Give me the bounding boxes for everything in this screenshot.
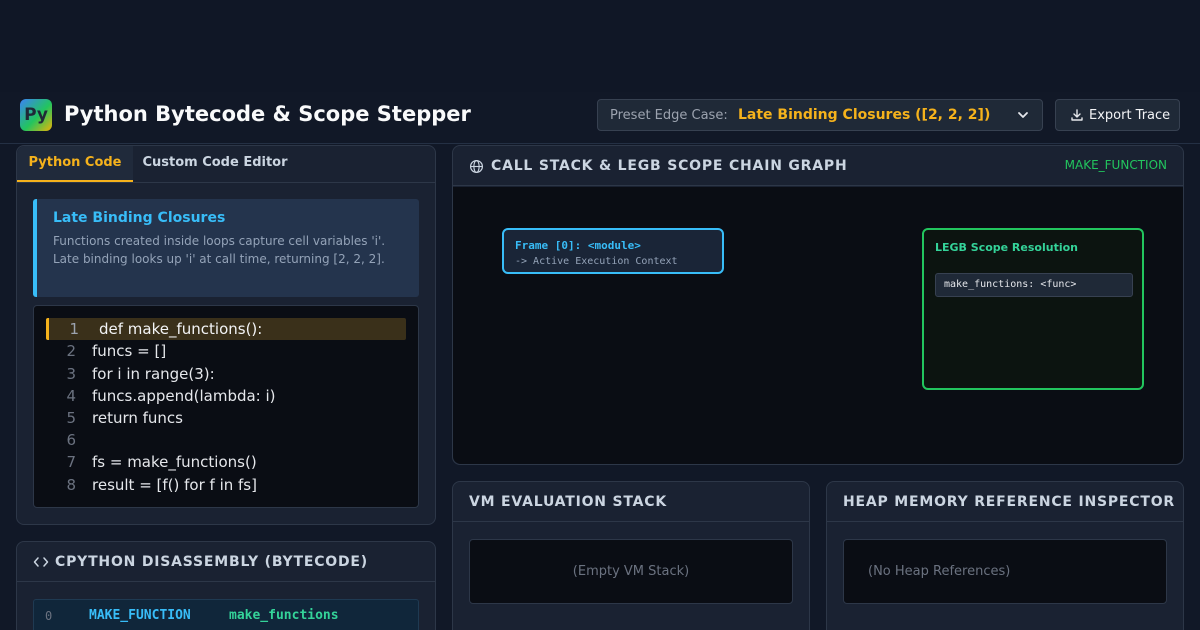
- line-code: for i in range(3):: [92, 365, 215, 383]
- preset-edge-case-select[interactable]: Preset Edge Case: Late Binding Closures …: [597, 99, 1043, 131]
- line-code: fs = make_functions(): [92, 453, 257, 471]
- download-icon: [1071, 109, 1083, 121]
- vm-stack-empty-text: (Empty VM Stack): [572, 564, 690, 579]
- disassembly-header: CPYTHON DISASSEMBLY (BYTECODE): [17, 542, 435, 582]
- vm-stack-title: VM EVALUATION STACK: [469, 494, 667, 510]
- scope-graph-panel: CALL STACK & LEGB SCOPE CHAIN GRAPH MAKE…: [452, 145, 1184, 465]
- disassembly-title: CPYTHON DISASSEMBLY (BYTECODE): [55, 554, 368, 570]
- code-line[interactable]: 5 return funcs: [46, 407, 406, 429]
- line-number: 5: [66, 409, 76, 427]
- code-line[interactable]: 8 result = [f() for f in fs]: [46, 474, 406, 496]
- line-code: def make_functions():: [99, 320, 263, 338]
- scope-graph-title: CALL STACK & LEGB SCOPE CHAIN GRAPH: [491, 158, 848, 174]
- preset-label: Preset Edge Case:: [610, 108, 728, 123]
- edge-case-title: Late Binding Closures: [53, 210, 226, 226]
- tabs-divider: [17, 182, 435, 183]
- python-logo-icon: Py: [20, 99, 52, 131]
- heap-reference-list: (No Heap References): [843, 539, 1167, 604]
- legb-scope-node[interactable]: LEGB Scope Resolution make_functions: <f…: [922, 228, 1144, 390]
- code-brackets-icon: [33, 557, 49, 567]
- app-header: Py Python Bytecode & Scope Stepper Prese…: [0, 92, 1200, 144]
- call-frame-node[interactable]: Frame [0]: <module> -> Active Execution …: [502, 228, 724, 274]
- export-trace-button[interactable]: Export Trace: [1055, 99, 1180, 131]
- line-code: funcs.append(lambda: i): [92, 387, 276, 405]
- line-number: 1: [69, 320, 79, 338]
- line-number: 4: [66, 387, 76, 405]
- line-code: return funcs: [92, 409, 183, 427]
- instruction-opcode: MAKE_FUNCTION: [89, 608, 191, 623]
- disassembly-panel: CPYTHON DISASSEMBLY (BYTECODE) 0 MAKE_FU…: [16, 541, 436, 630]
- scope-graph-header: CALL STACK & LEGB SCOPE CHAIN GRAPH MAKE…: [453, 146, 1183, 186]
- line-number: 2: [66, 342, 76, 360]
- vm-stack-panel: VM EVALUATION STACK (Empty VM Stack): [452, 481, 810, 630]
- heap-inspector-panel: HEAP MEMORY REFERENCE INSPECTOR (No Heap…: [826, 481, 1184, 630]
- globe-icon: [469, 159, 484, 174]
- code-line[interactable]: 1 def make_functions():: [46, 318, 406, 340]
- tab-custom-code-editor[interactable]: Custom Code Editor: [133, 146, 297, 182]
- heap-empty-text: (No Heap References): [868, 564, 1011, 579]
- instruction-offset: 0: [45, 609, 53, 623]
- frame-label: Frame [0]: <module>: [515, 239, 641, 252]
- current-opcode-badge: MAKE_FUNCTION: [1064, 158, 1167, 172]
- code-line[interactable]: 6: [46, 429, 406, 451]
- code-line[interactable]: 3 for i in range(3):: [46, 363, 406, 385]
- vm-stack-header: VM EVALUATION STACK: [453, 482, 809, 522]
- preset-value: Late Binding Closures ([2, 2, 2]): [738, 107, 991, 123]
- code-line[interactable]: 4 funcs.append(lambda: i): [46, 385, 406, 407]
- edge-case-description: Functions created inside loops capture c…: [53, 234, 386, 266]
- code-panel: Python Code Custom Code Editor Late Bind…: [16, 145, 436, 525]
- heap-inspector-title: HEAP MEMORY REFERENCE INSPECTOR: [843, 494, 1175, 510]
- edge-case-info: Late Binding Closures Functions created …: [33, 199, 419, 297]
- bytecode-instruction-row[interactable]: 0 MAKE_FUNCTION make_functions: [33, 599, 419, 630]
- line-number: 8: [66, 476, 76, 494]
- line-number: 6: [66, 431, 76, 449]
- line-number: 3: [66, 365, 76, 383]
- app-title: Python Bytecode & Scope Stepper: [64, 102, 471, 126]
- line-code: result = [f() for f in fs]: [92, 476, 257, 494]
- legb-title: LEGB Scope Resolution: [935, 241, 1078, 254]
- vm-stack-list: (Empty VM Stack): [469, 539, 793, 604]
- heap-inspector-header: HEAP MEMORY REFERENCE INSPECTOR: [827, 482, 1183, 522]
- chevron-down-icon: [1018, 112, 1028, 118]
- top-band: [0, 0, 1200, 92]
- graph-canvas[interactable]: Frame [0]: <module> -> Active Execution …: [453, 187, 1183, 464]
- export-trace-label: Export Trace: [1089, 108, 1171, 123]
- line-number: 7: [66, 453, 76, 471]
- line-code: funcs = []: [92, 342, 167, 360]
- scope-binding-entry[interactable]: make_functions: <func>: [935, 273, 1133, 297]
- code-line[interactable]: 7 fs = make_functions(): [46, 451, 406, 473]
- instruction-argument: make_functions: [229, 608, 339, 623]
- frame-sublabel: -> Active Execution Context: [515, 256, 678, 267]
- code-viewer[interactable]: 1 def make_functions(): 2 funcs = [] 3 f…: [33, 305, 419, 508]
- tab-python-code[interactable]: Python Code: [17, 146, 133, 182]
- code-line[interactable]: 2 funcs = []: [46, 340, 406, 362]
